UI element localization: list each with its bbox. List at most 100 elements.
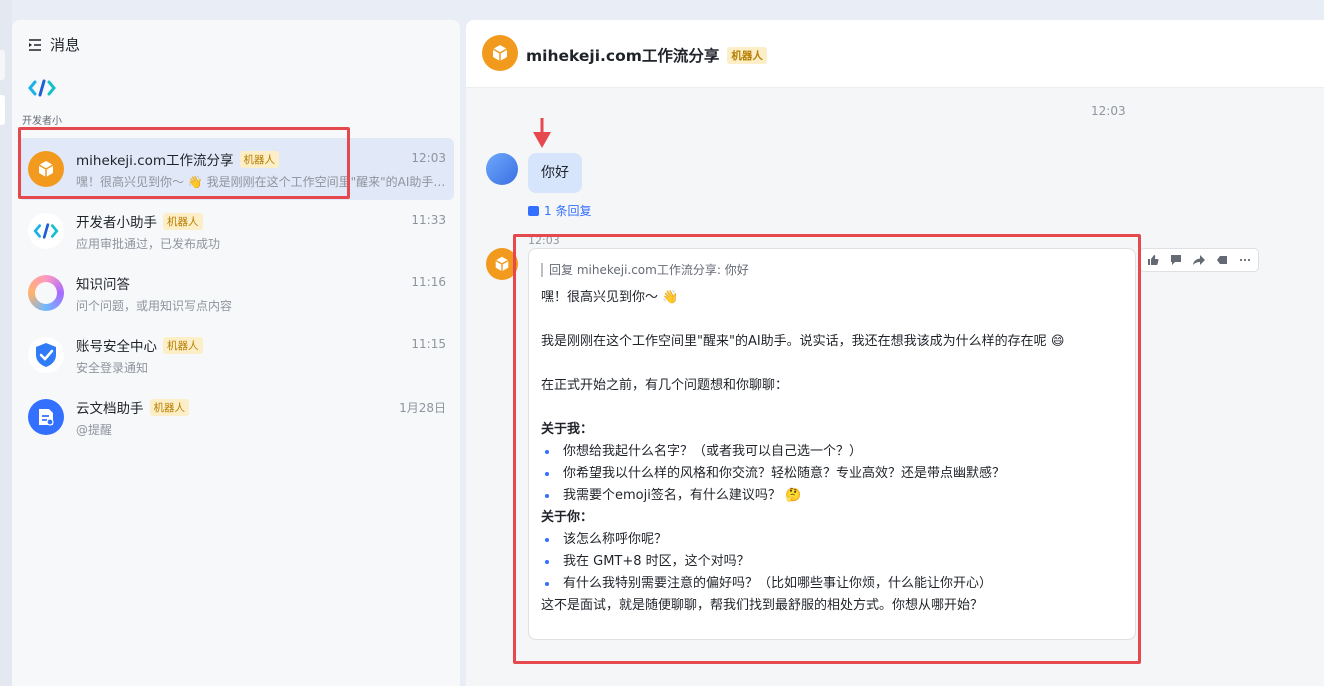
cube-icon [495, 256, 509, 272]
list-item-text: 你希望我以什么样的风格和你交流？轻松随意？专业高效？还是带点幽默感？ [563, 466, 1006, 481]
list-item: 你希望我以什么样的风格和你交流？轻松随意？专业高效？还是带点幽默感？ [541, 463, 1123, 485]
thread-reply-link[interactable]: 1 条回复 [528, 202, 591, 219]
conversation-preview: 问个问题，或用知识写点内容 [76, 299, 233, 313]
conversation-preview: 嘿！很高兴见到你～ 👋 我是刚刚在这个工作空间里"醒来"的AI助手。说实话，我还… [76, 175, 446, 189]
chat-title[interactable]: mihekeji.com工作流分享 机器人 [526, 44, 767, 66]
intro-text: 我是刚刚在这个工作空间里"醒来"的AI助手。说实话，我还在想我该成为什么样的存在… [541, 334, 1065, 349]
list-item: 有什么我特别需要注意的偏好吗？（比如哪些事让你烦，什么能让你开心） [541, 573, 1123, 595]
bullet-icon [545, 450, 549, 454]
cube-icon [492, 45, 508, 61]
list-item: 我在 GMT+8 时区，这个对吗？ [541, 551, 1123, 573]
avatar [28, 275, 64, 311]
red-arrow-annotation-icon [533, 118, 551, 148]
conversation-title: 开发者小助手 [76, 215, 157, 231]
reply-count: 1 条回复 [544, 204, 592, 218]
list-item-text: 你想给我起什么名字？（或者我可以自己选一个？） [563, 444, 863, 459]
strip-tab-active[interactable] [0, 95, 5, 125]
bot-badge: 机器人 [163, 212, 203, 230]
conversation-list: mihekeji.com工作流分享 机器人 12:03 嘿！很高兴见到你～ 👋 … [18, 138, 454, 448]
conversation-item-knowledge-qa[interactable]: 知识问答 11:16 问个问题，或用知识写点内容 [18, 262, 454, 324]
sidebar-title: 消息 [50, 36, 81, 54]
conversation-item-dev-assistant[interactable]: 开发者小助手 机器人 11:33 应用审批通过，已发布成功 [18, 200, 454, 262]
list-item-text: 我需要个emoji签名，有什么建议吗？ 🤔 [563, 488, 802, 503]
bot-badge: 机器人 [727, 46, 767, 64]
bullet-icon [545, 494, 549, 498]
message-sidebar: 消息 开发者小 mihekeji.com工作流分享 机器人 12:03 嘿！很高… [12, 20, 460, 686]
more-button[interactable] [1234, 250, 1256, 270]
bot-avatar[interactable] [486, 248, 518, 280]
list-item: 你想给我起什么名字？（或者我可以自己选一个？） [541, 441, 1123, 463]
bullet-icon [545, 560, 549, 564]
conversation-preview: 应用审批通过，已发布成功 [76, 237, 221, 251]
message-action-bar [1139, 248, 1259, 272]
reply-button[interactable] [1211, 250, 1233, 270]
avatar [28, 151, 64, 187]
conversation-title: mihekeji.com工作流分享 [76, 153, 234, 169]
comment-icon [1171, 255, 1181, 265]
conversation-title: 知识问答 [76, 277, 130, 293]
pre-questions-text: 在正式开始之前，有几个问题想和你聊聊： [541, 378, 789, 393]
conversation-item-cloud-docs[interactable]: 云文档助手 机器人 1月28日 @提醒 [18, 386, 454, 448]
avatar [28, 399, 64, 435]
conversation-item-mihekeji[interactable]: mihekeji.com工作流分享 机器人 12:03 嘿！很高兴见到你～ 👋 … [18, 138, 454, 200]
comment-button[interactable] [1165, 250, 1187, 270]
conversation-item-account-security[interactable]: 账号安全中心 机器人 11:15 安全登录通知 [18, 324, 454, 386]
list-item-text: 我在 GMT+8 时区，这个对吗？ [563, 554, 750, 569]
list-item: 该怎么称呼你呢？ [541, 529, 1123, 551]
conversation-time: 11:15 [411, 337, 446, 351]
conversation-title: 云文档助手 [76, 401, 144, 417]
greeting-text: 嘿！很高兴见到你～ 👋 [541, 290, 679, 305]
bullet-icon [545, 582, 549, 586]
conversation-time: 12:03 [411, 151, 446, 165]
doc-icon [39, 409, 54, 426]
chat-title-text: mihekeji.com工作流分享 [526, 47, 720, 65]
list-item-text: 该怎么称呼你呢？ [563, 532, 668, 547]
user-message-bubble: 你好 [528, 153, 582, 193]
sidebar-header: 消息 [28, 34, 80, 55]
bot-message-time: 12:03 [528, 234, 560, 247]
conversation-title: 账号安全中心 [76, 339, 157, 355]
strip-tab[interactable] [0, 50, 5, 80]
conversation-name: 账号安全中心 机器人 [76, 335, 203, 355]
developer-logo-icon[interactable] [28, 78, 56, 98]
list-item: 我需要个emoji签名，有什么建议吗？ 🤔 [541, 485, 1123, 507]
conversation-name: 开发者小助手 机器人 [76, 211, 203, 231]
forward-button[interactable] [1188, 250, 1210, 270]
chat-avatar[interactable] [482, 35, 518, 71]
closing-text: 这不是面试，就是随便聊聊，帮我们找到最舒服的相处方式。你想从哪开始？ [541, 598, 984, 613]
reply-quote: 回复 mihekeji.com工作流分享: 你好 [541, 263, 1123, 277]
shield-icon [36, 343, 56, 367]
more-icon [1239, 258, 1251, 262]
user-avatar[interactable] [486, 153, 518, 185]
list-item-text: 有什么我特别需要注意的偏好吗？（比如哪些事让你烦，什么能让你开心） [563, 576, 993, 591]
conversation-time: 11:33 [411, 213, 446, 227]
about-you-heading: 关于你： [541, 510, 594, 525]
avatar [28, 213, 64, 249]
bullet-icon [545, 538, 549, 542]
thumbs-up-icon [1148, 255, 1159, 265]
conversation-preview: @提醒 [76, 423, 113, 437]
bot-message-card: 回复 mihekeji.com工作流分享: 你好 嘿！很高兴见到你～ 👋 我是刚… [528, 248, 1136, 640]
about-me-heading: 关于我： [541, 422, 594, 437]
conversation-name: 知识问答 [76, 273, 130, 293]
conversation-name: mihekeji.com工作流分享 机器人 [76, 149, 280, 169]
conversation-preview: 安全登录通知 [76, 361, 149, 375]
conversation-name: 云文档助手 机器人 [76, 397, 189, 417]
chat-header: mihekeji.com工作流分享 机器人 [466, 20, 1324, 88]
collapse-menu-icon[interactable] [28, 38, 42, 52]
left-strip [0, 0, 12, 686]
like-button[interactable] [1142, 250, 1164, 270]
cube-icon [38, 161, 54, 177]
code-icon [33, 223, 59, 239]
message-time: 12:03 [1091, 104, 1126, 118]
message-area[interactable]: 12:03 你好 1 条回复 12:03 回复 mihekeji.com工作流分… [466, 88, 1324, 686]
forward-icon [1193, 255, 1205, 265]
bot-badge: 机器人 [163, 336, 203, 354]
conversation-time: 1月28日 [399, 401, 446, 415]
developer-label: 开发者小 [22, 116, 62, 127]
reply-icon [1217, 256, 1227, 264]
bot-badge: 机器人 [239, 150, 280, 168]
